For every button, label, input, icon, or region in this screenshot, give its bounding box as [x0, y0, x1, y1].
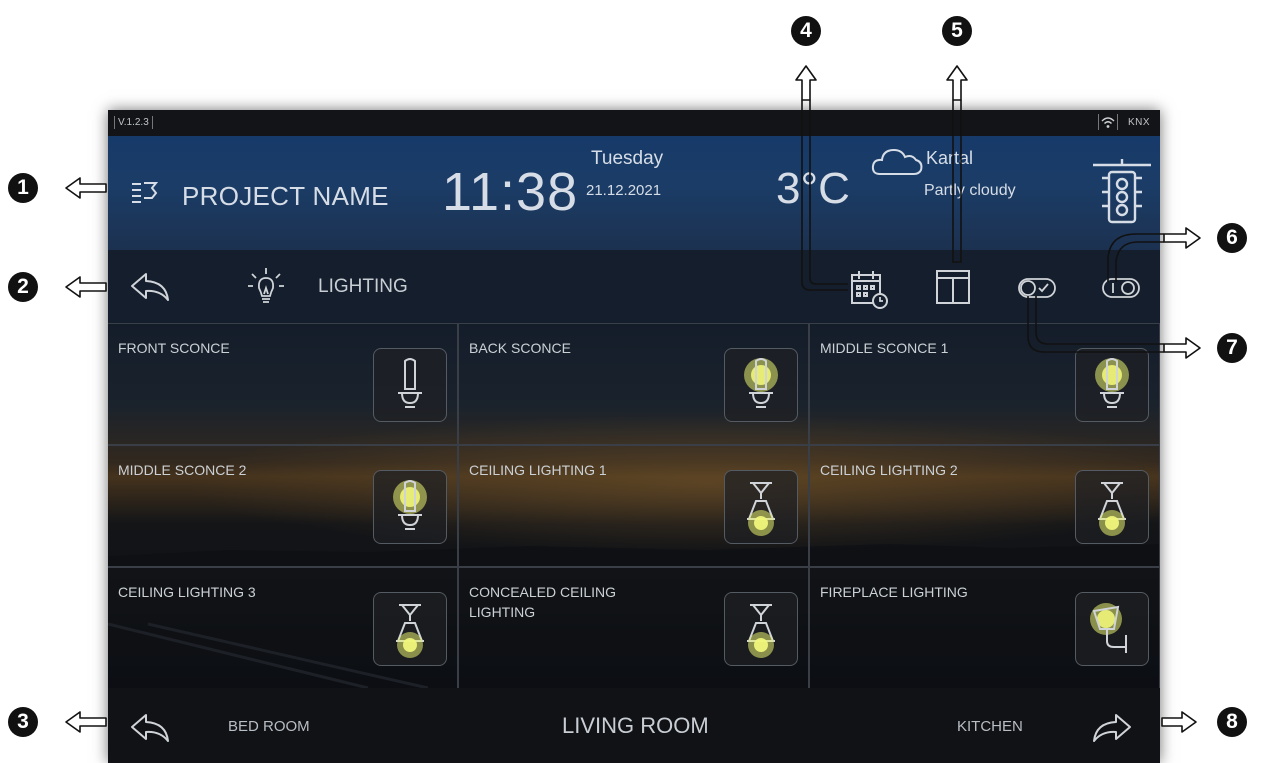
callout-3: 3: [8, 707, 38, 737]
callout-5: 5: [942, 16, 972, 46]
callout-1: 1: [8, 173, 38, 203]
callout-8: 8: [1217, 707, 1247, 737]
annotation-arrows: [65, 65, 1201, 733]
callout-7: 7: [1217, 333, 1247, 363]
callout-4: 4: [791, 16, 821, 46]
callout-2: 2: [8, 272, 38, 302]
callout-6: 6: [1217, 223, 1247, 253]
